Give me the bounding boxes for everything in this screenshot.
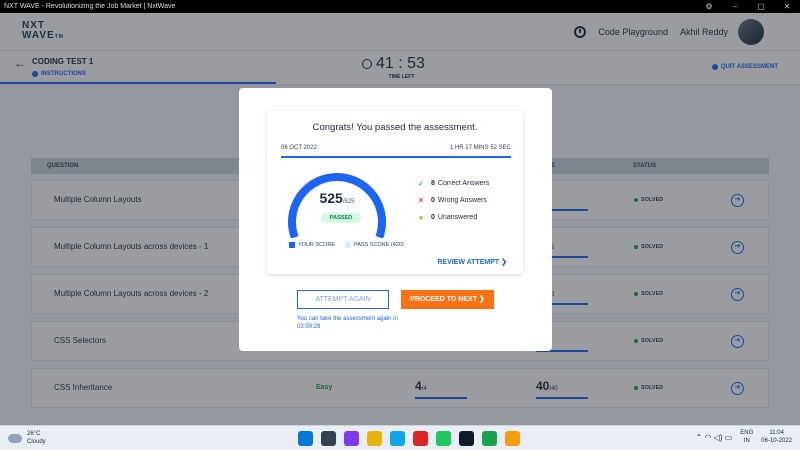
active-app-icon[interactable] [505,431,520,446]
file-explorer-icon[interactable] [367,431,382,446]
pass-score-swatch [344,242,351,248]
window-titlebar: NXT WAVE - Revolutionizing the Job Marke… [0,0,800,13]
passed-badge: PASSED [321,213,361,223]
tray-icons[interactable]: ⌃ ◠ ◁) ▭ [696,433,733,442]
window-controls: ⚙ – ▢ ✕ [696,0,800,13]
score-total: /525 [342,199,355,205]
store-icon[interactable] [390,431,405,446]
divider [281,156,511,158]
taskbar-apps [298,431,520,446]
attempt-again-button[interactable]: ATTEMPT AGAIN [297,290,389,309]
result-modal: Congrats! You passed the assessment. 06 … [239,88,552,351]
windows-start-icon[interactable] [298,431,313,446]
system-tray: ⌃ ◠ ◁) ▭ ENG IN 11:04 06-10-2022 [696,429,792,445]
result-card: Congrats! You passed the assessment. 06 … [267,110,523,274]
language-indicator[interactable]: ENG IN [740,429,753,445]
minimize-icon[interactable]: – [722,0,748,13]
attempt-date: 06 OCT 2022 [281,145,317,151]
youtube-icon[interactable] [413,431,428,446]
chrome-icon[interactable] [436,431,451,446]
gauge-legend: YOUR SCORE PASS SCORE (420) [289,242,404,248]
taskbar: 26°C Cloudy ⌃ ◠ ◁) ▭ ENG IN 11:04 06-10-… [0,425,800,450]
system-clock[interactable]: 11:04 06-10-2022 [761,429,792,445]
answer-summary: ✓ 8 Correct Answers ✕ 0 Wrong Answers ● 0 Unan… [417,179,490,222]
cross-icon: ✕ [417,196,425,205]
close-icon[interactable]: ✕ [774,0,800,13]
pycharm-icon[interactable] [459,431,474,446]
dot-icon: ● [418,213,424,222]
teams-icon[interactable] [344,431,359,446]
proceed-to-next-button[interactable]: PROCEED TO NEXT ❯ [401,290,494,309]
window-title: NXT WAVE - Revolutionizing the Job Marke… [4,3,176,10]
review-attempt-link[interactable]: REVIEW ATTEMPT ❯ [437,258,507,266]
weather-widget[interactable]: 26°C Cloudy [8,430,46,446]
retake-note: You can take the assessment again in 03:… [297,316,398,330]
extensions-icon[interactable]: ⚙ [696,0,722,13]
maximize-icon[interactable]: ▢ [748,0,774,13]
congrats-message: Congrats! You passed the assessment. [312,122,478,133]
attempt-duration: 1 HR 17 MINS 52 SEC [449,145,511,151]
cloud-icon [8,433,22,443]
app-icon[interactable] [482,431,497,446]
your-score-swatch [289,242,295,248]
score-value: 525 [319,190,343,206]
task-view-icon[interactable] [321,431,336,446]
check-icon: ✓ [417,179,425,188]
